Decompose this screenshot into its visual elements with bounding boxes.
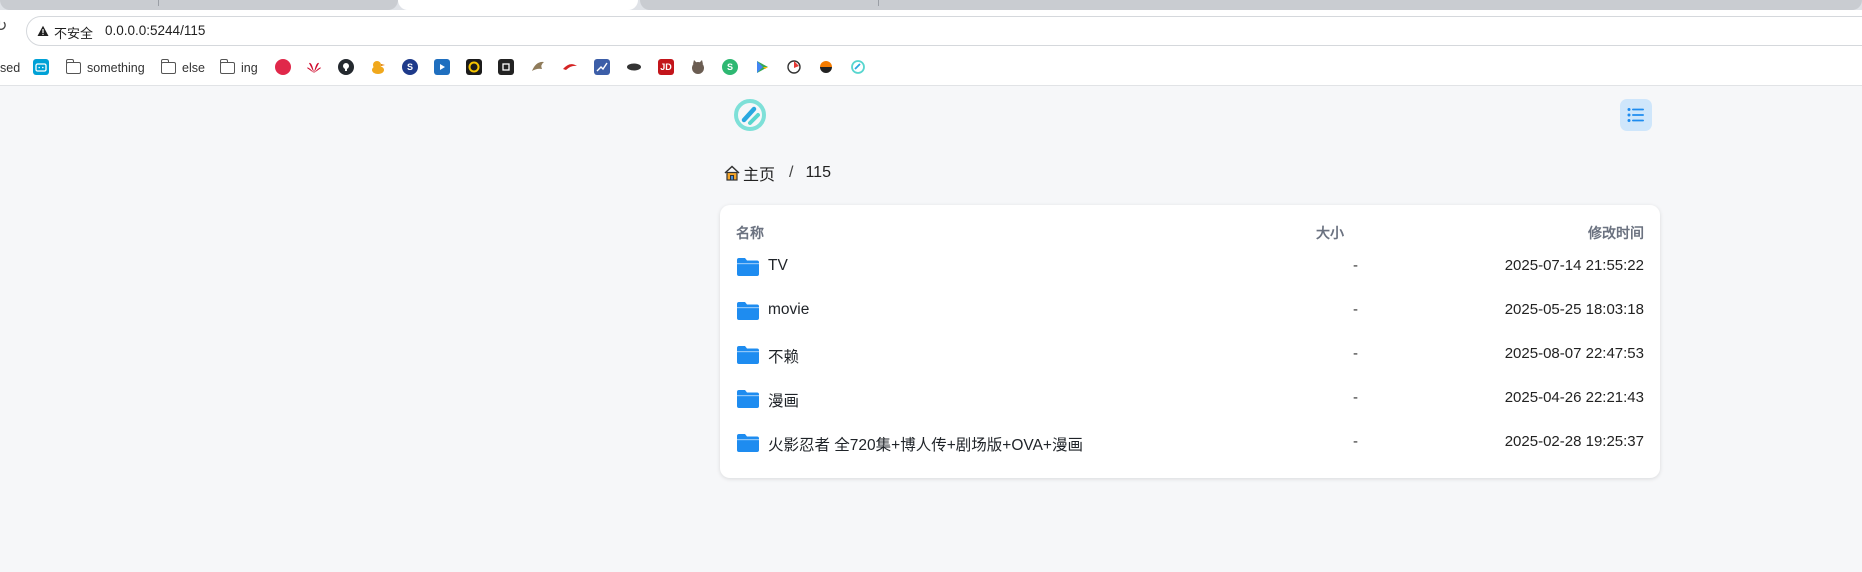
bookmark-label: something <box>87 61 145 75</box>
play-square-icon[interactable] <box>434 59 450 75</box>
file-name[interactable]: 漫画 <box>768 389 799 411</box>
file-size: - <box>1353 433 1358 450</box>
folder-outline-icon <box>220 59 235 74</box>
folder-outline-icon <box>66 59 81 74</box>
file-name[interactable]: TV <box>768 257 788 275</box>
octopus-icon[interactable] <box>275 59 291 75</box>
reload-icon[interactable]: ↻ <box>0 19 10 35</box>
browser-tab-active[interactable] <box>398 0 638 10</box>
folder-icon <box>737 346 759 364</box>
file-name[interactable]: movie <box>768 301 809 319</box>
bookmark-label: ing <box>241 61 258 75</box>
home-icon[interactable] <box>723 164 741 182</box>
file-row[interactable]: TV - 2025-07-14 21:55:22 <box>720 245 1660 289</box>
folder-icon <box>737 390 759 408</box>
red-swoosh-icon[interactable] <box>562 59 578 75</box>
folder-icon <box>737 302 759 320</box>
ellipse-icon[interactable] <box>626 59 642 75</box>
breadcrumb-separator: / <box>789 164 794 181</box>
jd-icon[interactable]: JD <box>658 59 674 75</box>
folder-outline-icon <box>161 59 176 74</box>
huawei-icon[interactable] <box>306 59 322 75</box>
breadcrumb-home[interactable]: 主页 <box>743 161 775 185</box>
file-row[interactable]: movie - 2025-05-25 18:03:18 <box>720 289 1660 333</box>
file-size: - <box>1353 389 1358 406</box>
file-row[interactable]: 漫画 - 2025-04-26 22:21:43 <box>720 377 1660 421</box>
browser-tab[interactable] <box>0 0 398 10</box>
file-name[interactable]: 火影忍者 全720集+博人传+剧场版+OVA+漫画 <box>768 433 1083 455</box>
security-label[interactable]: 不安全 <box>54 23 93 42</box>
folder-icon <box>737 434 759 452</box>
file-name[interactable]: 不赖 <box>768 345 799 367</box>
bookmark-folder-ing[interactable]: ing <box>220 59 258 77</box>
browser-tab[interactable] <box>640 0 1862 10</box>
file-size: - <box>1353 345 1358 362</box>
column-header-modified[interactable]: 修改时间 <box>1588 223 1644 243</box>
warning-icon[interactable] <box>37 25 49 37</box>
address-bar-row: ↻ 不安全 0.0.0.0:5244/115 <box>0 10 1862 50</box>
column-header-size[interactable]: 大小 <box>1316 223 1344 243</box>
url-text[interactable]: 0.0.0.0:5244/115 <box>105 23 205 38</box>
list-view-button[interactable] <box>1620 99 1652 131</box>
bookmark-folder-else[interactable]: else <box>161 59 205 77</box>
column-header-name[interactable]: 名称 <box>736 223 764 243</box>
file-modified: 2025-02-28 19:25:37 <box>1504 433 1644 450</box>
file-modified: 2025-08-07 22:47:53 <box>1504 345 1644 362</box>
half-circle-icon[interactable] <box>818 59 834 75</box>
folder-icon <box>737 258 759 276</box>
chart-icon[interactable] <box>594 59 610 75</box>
file-modified: 2025-05-25 18:03:18 <box>1504 301 1644 318</box>
duck-icon[interactable] <box>370 59 386 75</box>
green-s-icon[interactable]: S <box>722 59 738 75</box>
bookmark-item[interactable]: sed <box>0 59 20 77</box>
file-modified: 2025-04-26 22:21:43 <box>1504 389 1644 406</box>
breadcrumb-current[interactable]: 115 <box>805 164 831 182</box>
teal-logo-icon[interactable] <box>850 59 866 75</box>
omnibox[interactable]: 不安全 0.0.0.0:5244/115 <box>26 16 1862 46</box>
file-size: - <box>1353 257 1358 274</box>
file-row[interactable]: 不赖 - 2025-08-07 22:47:53 <box>720 333 1660 377</box>
file-modified: 2025-07-14 21:55:22 <box>1504 257 1644 274</box>
tab-strip <box>0 0 1862 10</box>
bird-icon[interactable] <box>530 59 546 75</box>
cat-icon[interactable] <box>690 59 706 75</box>
list-icon <box>1627 108 1644 122</box>
bilibili-icon[interactable] <box>33 59 49 75</box>
rocket-icon[interactable] <box>786 59 802 75</box>
file-list: 名称 大小 修改时间 TV - 2025-07-14 21:55:22 movi… <box>720 205 1660 478</box>
breadcrumb: 主页 / 115 <box>723 162 831 184</box>
bookmark-label: else <box>182 61 205 75</box>
yellow-logo-icon[interactable] <box>466 59 482 75</box>
box-logo-icon[interactable] <box>498 59 514 75</box>
bookmark-folder-something[interactable]: something <box>66 59 145 77</box>
app-logo-icon[interactable] <box>733 98 767 132</box>
s-circle-icon[interactable]: S <box>402 59 418 75</box>
file-size: - <box>1353 301 1358 318</box>
github-icon[interactable] <box>338 59 354 75</box>
google-play-icon[interactable] <box>754 59 770 75</box>
bookmark-label: sed <box>0 61 21 75</box>
file-row[interactable]: 火影忍者 全720集+博人传+剧场版+OVA+漫画 - 2025-02-28 1… <box>720 421 1660 465</box>
